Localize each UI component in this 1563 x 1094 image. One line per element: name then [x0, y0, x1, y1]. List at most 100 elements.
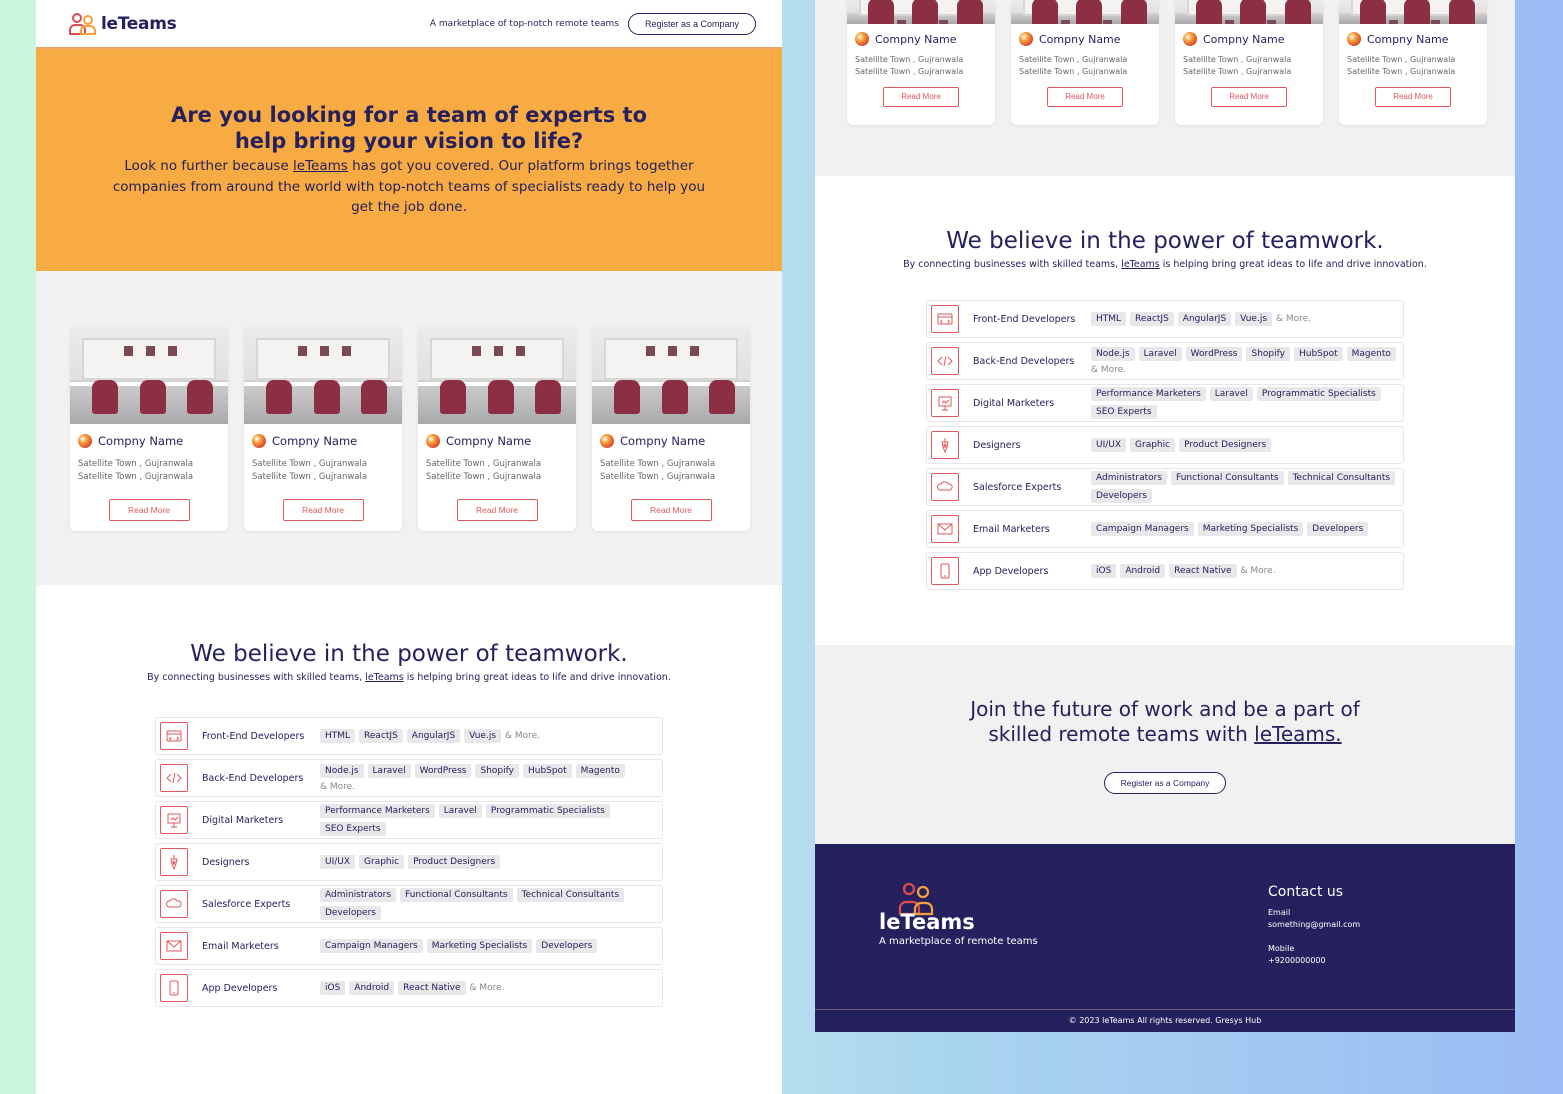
read-more-button[interactable]: Read More	[1375, 87, 1451, 107]
hero-leteams-link[interactable]: leTeams	[293, 158, 348, 174]
join-register-button[interactable]: Register as a Company	[1103, 772, 1227, 794]
email-value[interactable]: something@gmail.com	[1268, 919, 1360, 931]
skill-tag[interactable]: Magento	[575, 764, 625, 778]
skill-tag[interactable]: Performance Marketers	[1091, 387, 1206, 401]
skill-tag[interactable]: Programmatic Specialists	[1256, 387, 1381, 401]
read-more-button[interactable]: Read More	[282, 499, 364, 521]
skill-tag[interactable]: Graphic	[1130, 438, 1176, 452]
skill-tag[interactable]: WordPress	[1185, 347, 1243, 361]
skill-tag[interactable]: SEO Experts	[1091, 405, 1157, 419]
teamwork-leteams-link[interactable]: leTeams	[1121, 259, 1160, 270]
skill-row[interactable]: Digital Marketers Performance Marketers La…	[155, 801, 663, 839]
skill-tag[interactable]: Administrators	[320, 888, 397, 902]
skill-row[interactable]: Designers UI/UX Graphic Product Designers	[926, 426, 1404, 464]
register-company-button[interactable]: Register as a Company	[627, 12, 756, 35]
skill-tag[interactable]: Node.js	[1091, 347, 1135, 361]
salesforce-cloud-icon	[160, 890, 188, 918]
skill-tag[interactable]: HTML	[1091, 312, 1127, 326]
company-card: Compny Name Satellite Town , Gujranwala Sa…	[418, 326, 576, 531]
skill-tag[interactable]: WordPress	[414, 764, 472, 778]
skill-tag[interactable]: Product Designers	[408, 855, 501, 869]
teamwork-section: We believe in the power of teamwork. By …	[815, 176, 1515, 645]
skill-tag[interactable]: AngularJS	[406, 729, 461, 743]
skill-tag[interactable]: Technical Consultants	[1287, 471, 1396, 485]
skill-tag[interactable]: Marketing Specialists	[426, 939, 533, 953]
skill-tag[interactable]: Developers	[1091, 489, 1152, 503]
skill-row[interactable]: Salesforce Experts Administrators Function…	[155, 885, 663, 923]
skill-row[interactable]: Designers UI/UX Graphic Product Designers	[155, 843, 663, 881]
company-location: Satellite Town , Gujranwala	[1019, 67, 1128, 76]
skill-tag[interactable]: Technical Consultants	[516, 888, 625, 902]
skill-tag[interactable]: ReactJS	[1130, 312, 1174, 326]
skill-tag[interactable]: HubSpot	[1293, 347, 1343, 361]
read-more-button[interactable]: Read More	[1211, 87, 1287, 107]
skill-tag[interactable]: UI/UX	[1091, 438, 1127, 452]
skill-row[interactable]: Front-End Developers HTML ReactJS AngularJS…	[926, 300, 1404, 338]
skill-tag[interactable]: iOS	[320, 981, 346, 995]
skill-tag[interactable]: Laravel	[1209, 387, 1253, 401]
skill-row[interactable]: Email Marketers Campaign Managers Marketin…	[926, 510, 1404, 548]
skill-tag[interactable]: Vue.js	[464, 729, 502, 743]
read-more-button[interactable]: Read More	[630, 499, 712, 521]
skill-tag[interactable]: Functional Consultants	[400, 888, 513, 902]
skill-tag[interactable]: UI/UX	[320, 855, 356, 869]
skill-row[interactable]: Back-End Developers Node.js Laravel WordPre…	[926, 342, 1404, 380]
skill-row[interactable]: Back-End Developers Node.js Laravel WordPre…	[155, 759, 663, 797]
skill-row[interactable]: App Developers iOS Android React Native & Mo…	[155, 969, 663, 1007]
skill-tag[interactable]: Android	[349, 981, 395, 995]
teamwork-subtitle-part: By connecting businesses with skilled te…	[903, 259, 1122, 270]
skill-tag[interactable]: Developers	[1307, 522, 1369, 536]
salon-photo	[1011, 0, 1159, 24]
skill-tag[interactable]: Laravel	[367, 764, 411, 778]
skill-tag[interactable]: SEO Experts	[320, 822, 386, 836]
skill-tag[interactable]: Developers	[320, 906, 381, 920]
skill-tag[interactable]: iOS	[1091, 564, 1117, 578]
skill-tags: Campaign Managers Marketing Specialists De…	[1091, 522, 1399, 536]
contact-title: Contact us	[1268, 884, 1344, 900]
skill-tag[interactable]: Functional Consultants	[1171, 471, 1284, 485]
skill-tag[interactable]: Laravel	[438, 804, 482, 818]
skill-tag[interactable]: Graphic	[359, 855, 405, 869]
mobile-value[interactable]: +9200000000	[1268, 955, 1360, 967]
skill-tag[interactable]: Campaign Managers	[320, 939, 423, 953]
join-section: Join the future of work and be a part of…	[815, 645, 1515, 844]
skill-category-label: Digital Marketers	[202, 814, 284, 826]
teamwork-leteams-link[interactable]: leTeams	[365, 672, 404, 683]
company-name: Compny Name	[98, 434, 184, 448]
read-more-button[interactable]: Read More	[883, 87, 959, 107]
skill-tag[interactable]: Shopify	[475, 764, 519, 778]
skill-tag[interactable]: Product Designers	[1179, 438, 1272, 452]
skill-tag[interactable]: Magento	[1346, 347, 1396, 361]
skill-tag[interactable]: React Native	[1169, 564, 1237, 578]
skill-tag[interactable]: Administrators	[1091, 471, 1168, 485]
more-label: & More.	[1091, 365, 1127, 375]
skill-row[interactable]: Digital Marketers Performance Marketers La…	[926, 384, 1404, 422]
skill-tag[interactable]: Node.js	[320, 764, 364, 778]
skill-tag[interactable]: Marketing Specialists	[1197, 522, 1304, 536]
skill-tag[interactable]: React Native	[398, 981, 466, 995]
skill-tag[interactable]: Campaign Managers	[1091, 522, 1194, 536]
read-more-button[interactable]: Read More	[1047, 87, 1123, 107]
skill-tag[interactable]: Developers	[536, 939, 598, 953]
skill-row[interactable]: Salesforce Experts Administrators Function…	[926, 468, 1404, 506]
skill-tag[interactable]: Laravel	[1138, 347, 1182, 361]
skill-tag[interactable]: Performance Marketers	[320, 804, 435, 818]
skill-tag[interactable]: ReactJS	[359, 729, 403, 743]
skill-tags: UI/UX Graphic Product Designers	[320, 855, 658, 869]
brand-logo[interactable]: leTeams	[68, 12, 177, 36]
read-more-button[interactable]: Read More	[108, 499, 190, 521]
skill-tag[interactable]: HTML	[320, 729, 356, 743]
company-location: Satellite Town , Gujranwala	[1019, 55, 1128, 64]
skill-category-label: Email Marketers	[202, 940, 279, 952]
skill-tag[interactable]: AngularJS	[1177, 312, 1232, 326]
skill-row[interactable]: App Developers iOS Android React Native & Mo…	[926, 552, 1404, 590]
skill-tag[interactable]: Programmatic Specialists	[485, 804, 610, 818]
skill-row[interactable]: Email Marketers Campaign Managers Marketin…	[155, 927, 663, 965]
skill-tag[interactable]: Android	[1120, 564, 1166, 578]
skill-tag[interactable]: HubSpot	[522, 764, 572, 778]
skill-tag[interactable]: Shopify	[1246, 347, 1290, 361]
join-leteams-link[interactable]: leTeams.	[1254, 722, 1342, 746]
skill-row[interactable]: Front-End Developers HTML ReactJS AngularJS…	[155, 717, 663, 755]
read-more-button[interactable]: Read More	[456, 499, 538, 521]
skill-tag[interactable]: Vue.js	[1235, 312, 1273, 326]
